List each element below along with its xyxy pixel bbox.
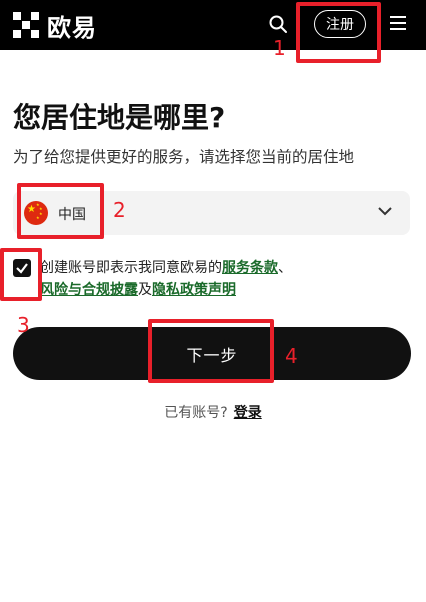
logo-text: 欧易 bbox=[47, 13, 97, 42]
annotation-box-1 bbox=[296, 2, 381, 63]
privacy-policy-link[interactable]: 隐私政策声明 bbox=[152, 282, 236, 298]
search-icon[interactable] bbox=[268, 14, 288, 34]
menu-icon[interactable] bbox=[390, 16, 406, 30]
annotation-label-2: 2 bbox=[113, 198, 126, 222]
login-row: 已有账号? 登录 bbox=[0, 402, 426, 422]
annotation-box-2 bbox=[17, 183, 104, 239]
agreement-text: 创建账号即表示我同意欧易的服务条款、风险与合规披露及隐私政策声明 bbox=[40, 257, 340, 301]
annotation-label-4: 4 bbox=[285, 344, 298, 368]
page-title: 您居住地是哪里? bbox=[13, 101, 226, 134]
okx-logo[interactable]: 欧易 bbox=[13, 11, 97, 42]
annotation-label-3: 3 bbox=[17, 313, 30, 337]
annotation-label-1: 1 bbox=[273, 36, 286, 60]
agreement-and: 及 bbox=[138, 282, 152, 298]
agreement-separator: 、 bbox=[278, 260, 292, 276]
annotation-box-4 bbox=[148, 319, 274, 383]
terms-of-service-link[interactable]: 服务条款 bbox=[222, 260, 278, 276]
okx-logo-icon bbox=[13, 12, 39, 38]
agreement-prefix: 创建账号即表示我同意欧易的 bbox=[40, 260, 222, 276]
annotation-box-3 bbox=[0, 248, 42, 301]
chevron-down-icon bbox=[378, 207, 392, 216]
login-link[interactable]: 登录 bbox=[234, 405, 262, 421]
login-prompt: 已有账号? bbox=[164, 405, 228, 421]
risk-disclosure-link[interactable]: 风险与合规披露 bbox=[40, 282, 138, 298]
page-subtitle: 为了给您提供更好的服务，请选择您当前的居住地 bbox=[13, 148, 355, 166]
